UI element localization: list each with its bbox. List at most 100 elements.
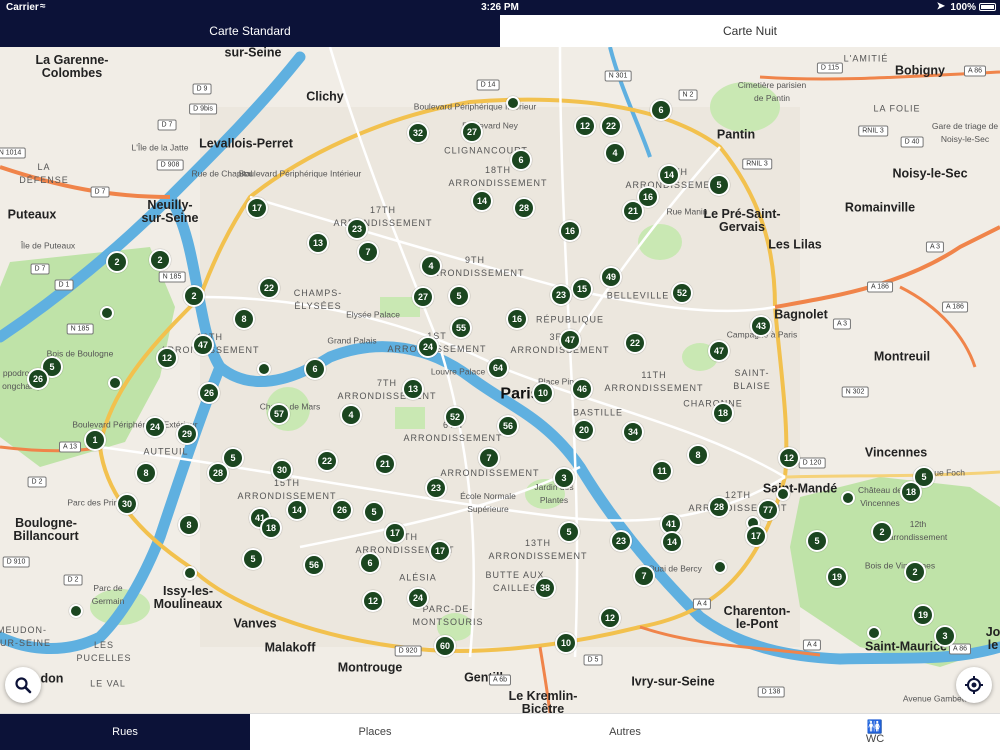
wc-cluster-marker[interactable]: 4: [420, 255, 442, 277]
wc-cluster-marker[interactable]: 28: [708, 496, 730, 518]
wc-cluster-marker[interactable]: 38: [534, 577, 556, 599]
wc-cluster-marker[interactable]: 46: [571, 378, 593, 400]
tab-autres[interactable]: Autres: [500, 714, 750, 750]
wc-cluster-marker[interactable]: 14: [471, 190, 493, 212]
wc-cluster-marker[interactable]: 28: [207, 462, 229, 484]
wc-cluster-marker[interactable]: 30: [116, 493, 138, 515]
wc-cluster-marker[interactable]: 16: [506, 308, 528, 330]
wc-cluster-marker[interactable]: 8: [178, 514, 200, 536]
wc-cluster-marker[interactable]: 56: [497, 415, 519, 437]
wc-cluster-marker[interactable]: 12: [778, 447, 800, 469]
wc-cluster-marker[interactable]: 23: [346, 218, 368, 240]
wc-cluster-marker[interactable]: 12: [574, 115, 596, 137]
tab-rues[interactable]: Rues: [0, 714, 250, 750]
wc-cluster-marker[interactable]: 17: [429, 540, 451, 562]
wc-cluster-marker[interactable]: 3: [934, 625, 956, 647]
wc-cluster-marker[interactable]: 2: [871, 521, 893, 543]
wc-cluster-marker[interactable]: 20: [573, 419, 595, 441]
wc-cluster-marker[interactable]: 24: [417, 336, 439, 358]
wc-cluster-marker[interactable]: 57: [268, 403, 290, 425]
wc-cluster-marker[interactable]: 15: [571, 278, 593, 300]
wc-cluster-marker[interactable]: 13: [402, 378, 424, 400]
wc-cluster-marker[interactable]: 64: [487, 357, 509, 379]
wc-cluster-marker[interactable]: 22: [624, 332, 646, 354]
wc-cluster-marker[interactable]: 18: [900, 481, 922, 503]
wc-cluster-marker[interactable]: 4: [340, 404, 362, 426]
wc-cluster-marker[interactable]: 6: [304, 358, 326, 380]
map-view[interactable]: La Garenne- Colombes sur-Seine Clichy Levall…: [0, 47, 1000, 713]
tab-carte-standard[interactable]: Carte Standard: [0, 15, 500, 47]
wc-cluster-marker[interactable]: [183, 566, 197, 580]
wc-cluster-marker[interactable]: 17: [246, 197, 268, 219]
wc-cluster-marker[interactable]: 2: [183, 285, 205, 307]
wc-cluster-marker[interactable]: 52: [671, 282, 693, 304]
wc-cluster-marker[interactable]: 13: [307, 232, 329, 254]
wc-cluster-marker[interactable]: 6: [359, 552, 381, 574]
wc-cluster-marker[interactable]: 26: [27, 368, 49, 390]
wc-cluster-marker[interactable]: 23: [550, 284, 572, 306]
wc-cluster-marker[interactable]: [100, 306, 114, 320]
wc-cluster-marker[interactable]: [776, 487, 790, 501]
wc-cluster-marker[interactable]: 5: [558, 521, 580, 543]
wc-cluster-marker[interactable]: 16: [559, 220, 581, 242]
wc-cluster-marker[interactable]: 19: [912, 604, 934, 626]
wc-cluster-marker[interactable]: 29: [176, 423, 198, 445]
wc-cluster-marker[interactable]: 7: [357, 241, 379, 263]
wc-cluster-marker[interactable]: 30: [271, 459, 293, 481]
wc-cluster-marker[interactable]: 22: [258, 277, 280, 299]
wc-cluster-marker[interactable]: 7: [478, 447, 500, 469]
wc-cluster-marker[interactable]: 10: [532, 382, 554, 404]
wc-cluster-marker[interactable]: [506, 96, 520, 110]
wc-cluster-marker[interactable]: 60: [434, 635, 456, 657]
wc-cluster-marker[interactable]: 2: [904, 561, 926, 583]
wc-cluster-marker[interactable]: 22: [600, 115, 622, 137]
wc-cluster-marker[interactable]: 24: [407, 587, 429, 609]
wc-cluster-marker[interactable]: 5: [708, 174, 730, 196]
wc-cluster-marker[interactable]: 12: [362, 590, 384, 612]
wc-cluster-marker[interactable]: 17: [745, 525, 767, 547]
wc-cluster-marker[interactable]: 2: [149, 249, 171, 271]
wc-cluster-marker[interactable]: 18: [260, 517, 282, 539]
wc-cluster-marker[interactable]: 6: [650, 99, 672, 121]
wc-cluster-marker[interactable]: 24: [144, 416, 166, 438]
wc-cluster-marker[interactable]: 5: [806, 530, 828, 552]
wc-cluster-marker[interactable]: 1: [84, 429, 106, 451]
wc-cluster-marker[interactable]: 18: [712, 402, 734, 424]
wc-cluster-marker[interactable]: 14: [658, 164, 680, 186]
wc-cluster-marker[interactable]: 26: [198, 382, 220, 404]
wc-cluster-marker[interactable]: 23: [610, 530, 632, 552]
wc-cluster-marker[interactable]: 32: [407, 122, 429, 144]
wc-cluster-marker[interactable]: 7: [633, 565, 655, 587]
wc-cluster-marker[interactable]: 14: [286, 499, 308, 521]
wc-cluster-marker[interactable]: 11: [651, 460, 673, 482]
wc-cluster-marker[interactable]: 2: [106, 251, 128, 273]
wc-cluster-marker[interactable]: 26: [331, 499, 353, 521]
wc-cluster-marker[interactable]: [713, 560, 727, 574]
wc-cluster-marker[interactable]: 5: [242, 548, 264, 570]
wc-cluster-marker[interactable]: [867, 626, 881, 640]
wc-cluster-marker[interactable]: 5: [363, 501, 385, 523]
locate-me-button[interactable]: [956, 667, 992, 703]
wc-cluster-marker[interactable]: 47: [192, 334, 214, 356]
wc-cluster-marker[interactable]: [69, 604, 83, 618]
wc-cluster-marker[interactable]: 55: [450, 317, 472, 339]
wc-cluster-marker[interactable]: 52: [444, 406, 466, 428]
wc-cluster-marker[interactable]: 14: [661, 531, 683, 553]
wc-cluster-marker[interactable]: 47: [708, 340, 730, 362]
wc-cluster-marker[interactable]: 28: [513, 197, 535, 219]
wc-cluster-marker[interactable]: [108, 376, 122, 390]
tab-wc[interactable]: 🚻 WC: [750, 714, 1000, 750]
wc-cluster-marker[interactable]: [257, 362, 271, 376]
tab-carte-nuit[interactable]: Carte Nuit: [500, 15, 1000, 47]
wc-cluster-marker[interactable]: 12: [599, 607, 621, 629]
wc-cluster-marker[interactable]: 21: [622, 200, 644, 222]
wc-cluster-marker[interactable]: 27: [412, 286, 434, 308]
wc-cluster-marker[interactable]: 22: [316, 450, 338, 472]
tab-places[interactable]: Places: [250, 714, 500, 750]
wc-cluster-marker[interactable]: 3: [553, 467, 575, 489]
wc-cluster-marker[interactable]: 4: [604, 142, 626, 164]
wc-cluster-marker[interactable]: 17: [384, 522, 406, 544]
wc-cluster-marker[interactable]: 47: [559, 329, 581, 351]
wc-cluster-marker[interactable]: 5: [448, 285, 470, 307]
wc-cluster-marker[interactable]: 34: [622, 421, 644, 443]
